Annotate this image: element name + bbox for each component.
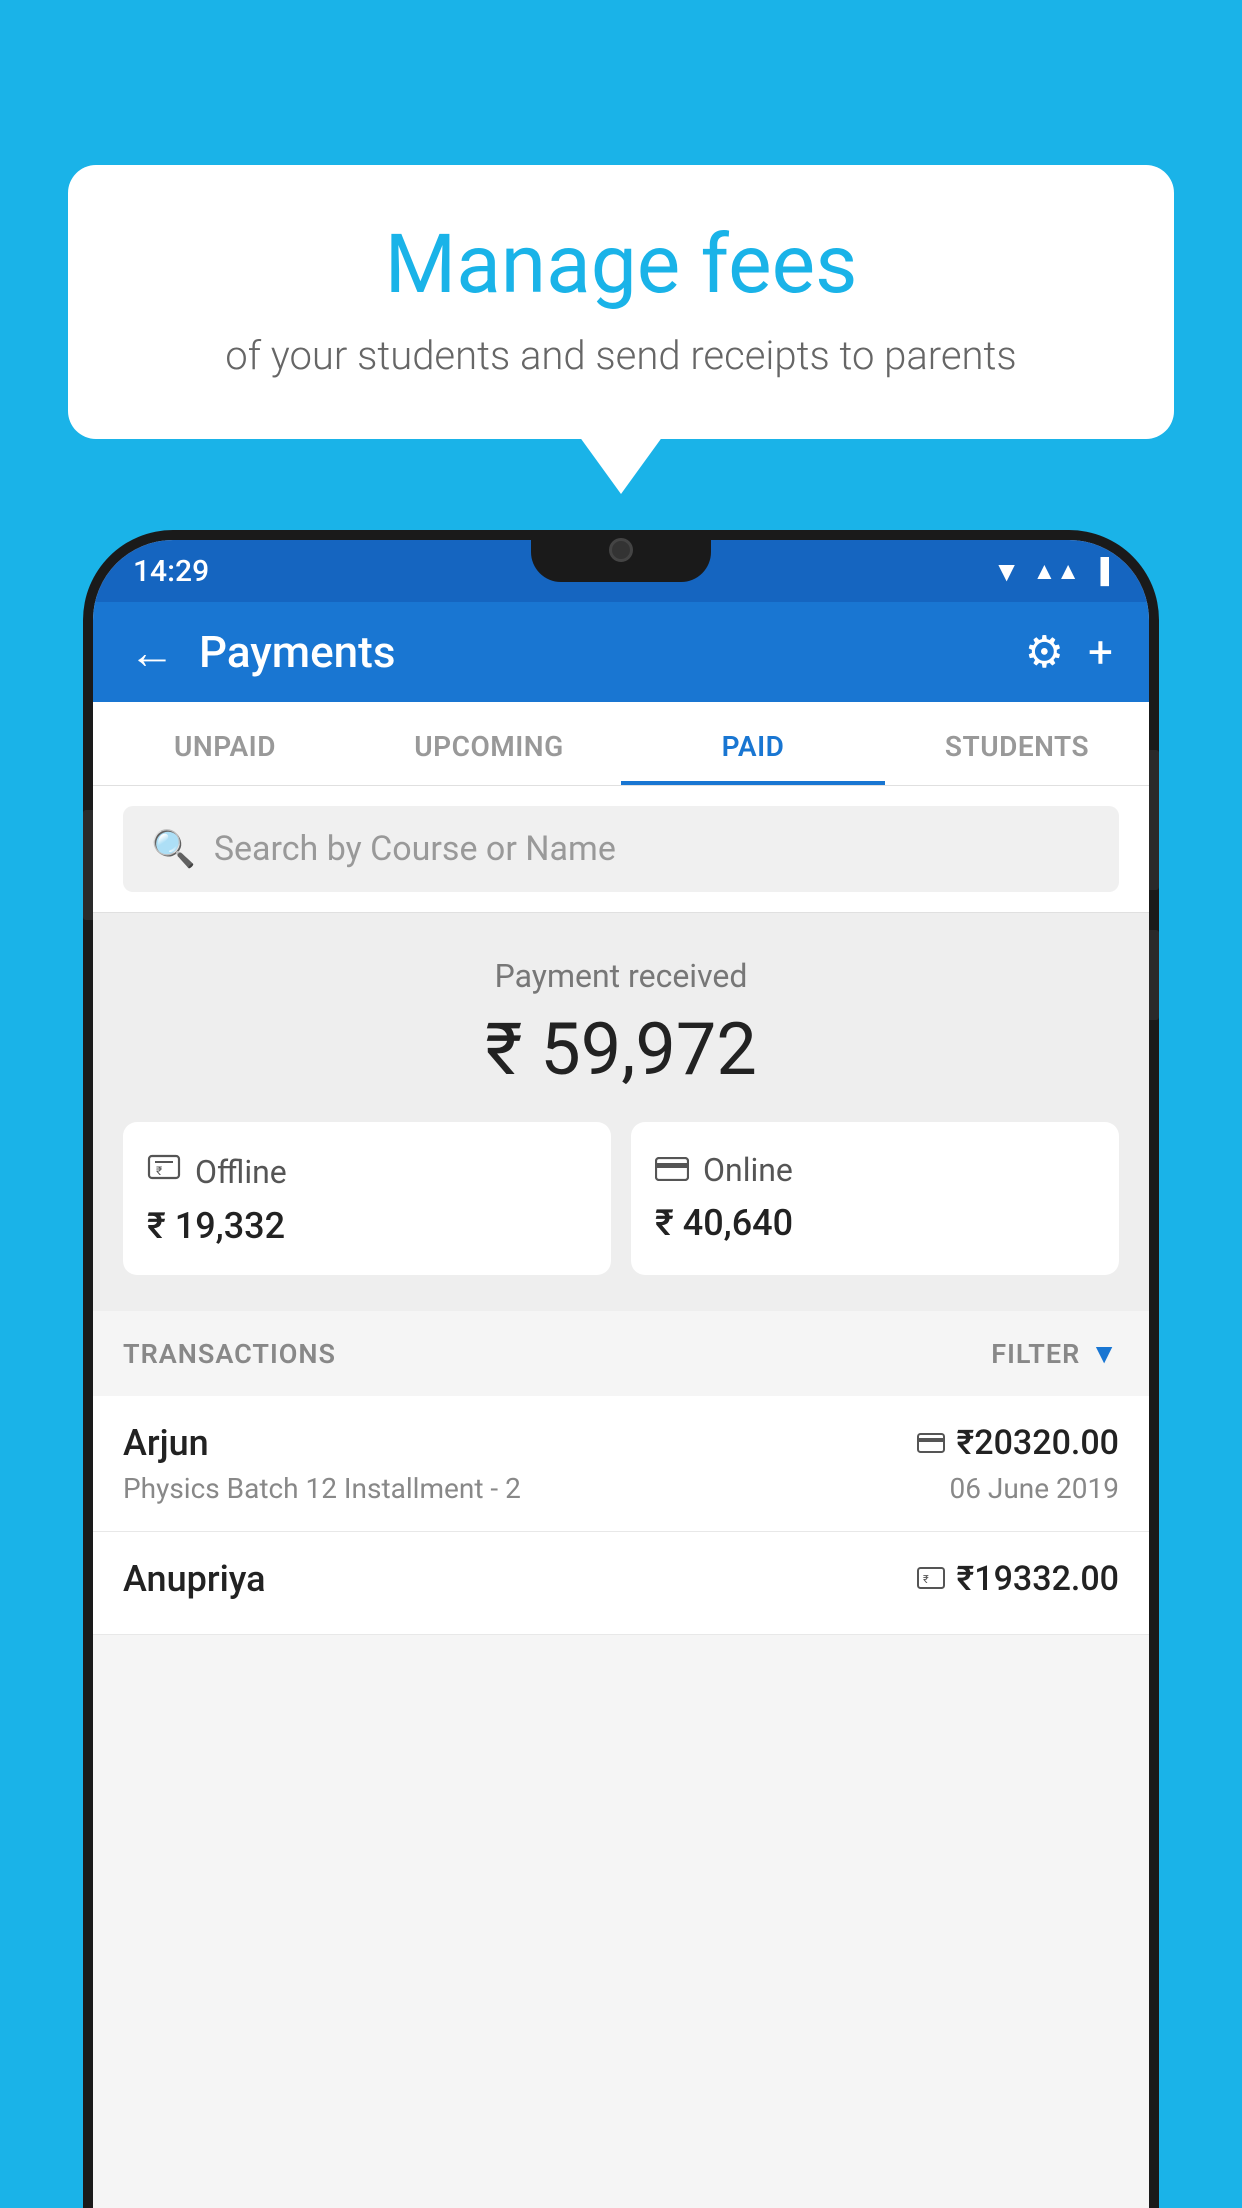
transaction-top: Anupriya ₹ ₹19332.00: [123, 1558, 1119, 1600]
bubble-subtitle: of your students and send receipts to pa…: [128, 332, 1114, 379]
transaction-name: Arjun: [123, 1422, 209, 1464]
transaction-amount: ₹20320.00: [957, 1423, 1119, 1463]
filter-icon: ▼: [1090, 1337, 1119, 1370]
svg-text:₹: ₹: [923, 1573, 929, 1586]
search-placeholder: Search by Course or Name: [214, 829, 616, 869]
filter-label: FILTER: [991, 1338, 1080, 1370]
tabs-container: UNPAID UPCOMING PAID STUDENTS: [93, 702, 1149, 786]
tab-unpaid[interactable]: UNPAID: [93, 702, 357, 785]
toolbar-title: Payments: [199, 626, 1001, 678]
offline-type-label: Offline: [195, 1153, 287, 1191]
camera-notch: [531, 530, 711, 582]
transaction-amount-row: ₹ ₹19332.00: [917, 1559, 1119, 1599]
transaction-row[interactable]: Anupriya ₹ ₹19332.00: [93, 1532, 1149, 1635]
transaction-course: Physics Batch 12 Installment - 2: [123, 1472, 521, 1505]
search-icon: 🔍: [151, 828, 196, 870]
search-container: 🔍 Search by Course or Name: [93, 786, 1149, 913]
tab-paid[interactable]: PAID: [621, 702, 885, 785]
payment-received-label: Payment received: [123, 957, 1119, 995]
transaction-top: Arjun ₹20320.00: [123, 1422, 1119, 1464]
transaction-amount-row: ₹20320.00: [917, 1423, 1119, 1463]
offline-card: ₹ Offline ₹ 19,332: [123, 1122, 611, 1275]
offline-card-header: ₹ Offline: [147, 1150, 587, 1193]
back-button[interactable]: ←: [129, 625, 175, 680]
status-time: 14:29: [133, 554, 209, 589]
add-button[interactable]: +: [1088, 626, 1113, 678]
transaction-payment-icon: ₹: [917, 1563, 945, 1596]
transactions-header: TRANSACTIONS FILTER ▼: [93, 1311, 1149, 1396]
phone-screen: 14:29 ▼ ▲▲ ▐ ← Payments ⚙ + UNPAID UPCOM…: [93, 540, 1149, 2208]
payment-total: ₹ 59,972: [123, 1007, 1119, 1092]
speech-bubble: Manage fees of your students and send re…: [68, 165, 1174, 439]
settings-button[interactable]: ⚙: [1025, 626, 1064, 678]
offline-amount: ₹ 19,332: [147, 1205, 587, 1247]
transaction-bottom: Physics Batch 12 Installment - 2 06 June…: [123, 1472, 1119, 1505]
bubble-title: Manage fees: [128, 220, 1114, 310]
online-icon: [655, 1150, 689, 1190]
wifi-icon: ▼: [993, 555, 1021, 588]
payment-cards: ₹ Offline ₹ 19,332: [123, 1122, 1119, 1275]
transaction-row[interactable]: Arjun ₹20320.00 Physics Batch 12 Install…: [93, 1396, 1149, 1532]
transaction-payment-icon: [917, 1427, 945, 1460]
search-bar[interactable]: 🔍 Search by Course or Name: [123, 806, 1119, 892]
offline-icon: ₹: [147, 1150, 181, 1193]
filter-button[interactable]: FILTER ▼: [991, 1337, 1119, 1370]
transaction-name: Anupriya: [123, 1558, 266, 1600]
online-type-label: Online: [703, 1151, 793, 1189]
signal-icon: ▲▲: [1032, 557, 1080, 586]
online-card-header: Online: [655, 1150, 1095, 1190]
tab-students[interactable]: STUDENTS: [885, 702, 1149, 785]
svg-text:₹: ₹: [156, 1164, 162, 1178]
status-icons: ▼ ▲▲ ▐: [993, 555, 1109, 588]
battery-icon: ▐: [1092, 557, 1109, 586]
tab-upcoming[interactable]: UPCOMING: [357, 702, 621, 785]
phone-frame: 14:29 ▼ ▲▲ ▐ ← Payments ⚙ + UNPAID UPCOM…: [83, 530, 1159, 2208]
front-camera: [609, 538, 633, 562]
payment-summary: Payment received ₹ 59,972 ₹: [93, 913, 1149, 1311]
transactions-label: TRANSACTIONS: [123, 1338, 336, 1370]
online-amount: ₹ 40,640: [655, 1202, 1095, 1244]
online-card: Online ₹ 40,640: [631, 1122, 1119, 1275]
transaction-date: 06 June 2019: [949, 1472, 1119, 1505]
toolbar: ← Payments ⚙ +: [93, 602, 1149, 702]
transaction-amount: ₹19332.00: [957, 1559, 1119, 1599]
